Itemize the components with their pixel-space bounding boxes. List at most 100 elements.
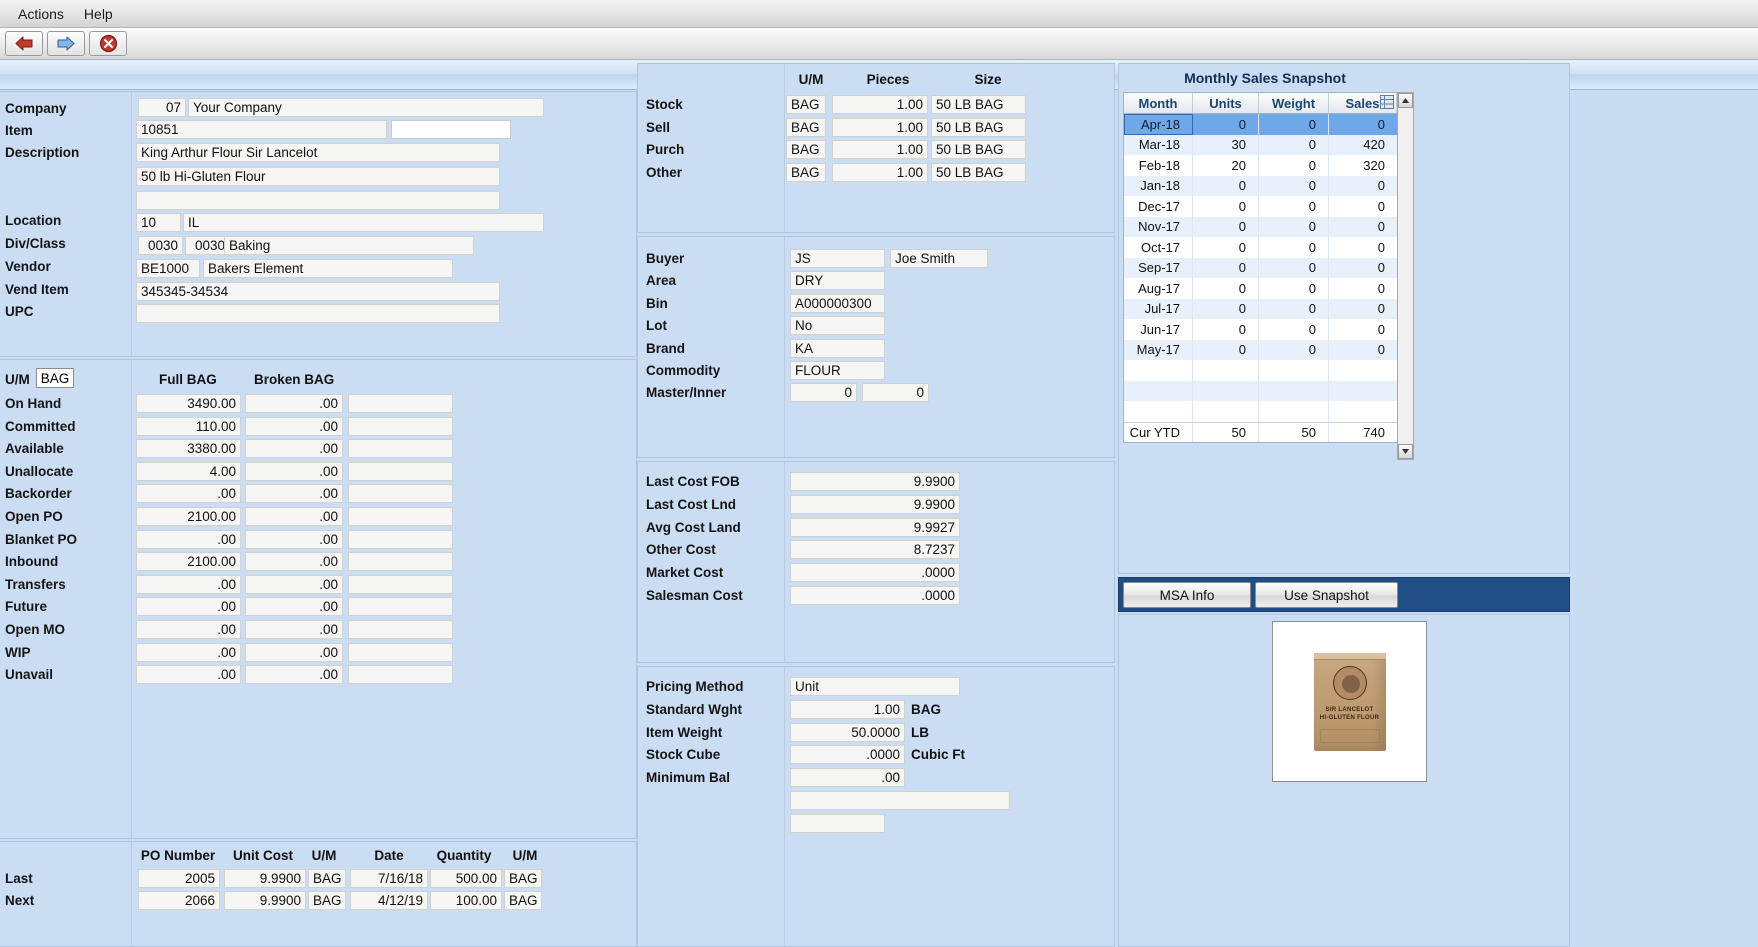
po-cell-1-4[interactable]: 100.00 [430,891,502,910]
um-value-0[interactable]: BAG [786,95,826,114]
qty-third-1[interactable] [348,416,453,436]
qty-full-7[interactable]: 2100.00 [136,552,241,572]
qty-full-8[interactable]: .00 [136,574,241,594]
um-value-3[interactable]: BAG [786,162,826,182]
snapshot-blank-row[interactable] [1124,360,1397,381]
field-item-number[interactable]: 10851 [136,120,387,139]
snapshot-row[interactable]: Feb-18 20 0 320 [1124,155,1397,176]
um-size-2[interactable]: 50 LB BAG [931,140,1026,159]
pricing-value-5[interactable] [790,791,1010,810]
qty-broken-12[interactable]: .00 [245,665,343,685]
close-button[interactable] [89,31,127,56]
po-cell-0-1[interactable]: 9.9900 [224,869,306,888]
pricing-value-2[interactable]: 50.0000 [790,722,905,742]
um-value-2[interactable]: BAG [786,140,826,159]
po-cell-0-5[interactable]: BAG [504,869,542,888]
po-cell-0-2[interactable]: BAG [308,869,346,888]
cost-value-2[interactable]: 9.9927 [790,517,960,537]
um-pieces-2[interactable]: 1.00 [832,140,928,159]
po-cell-0-0[interactable]: 2005 [138,869,220,888]
field-vendor-name[interactable]: Bakers Element [203,259,453,278]
qty-full-12[interactable]: .00 [136,665,241,685]
snapshot-row[interactable]: Mar-18 30 0 420 [1124,134,1397,155]
qty-broken-7[interactable]: .00 [245,552,343,572]
field-description-2[interactable]: 50 lb Hi-Gluten Flour [136,167,500,186]
po-cell-1-2[interactable]: BAG [308,891,346,910]
qty-third-8[interactable] [348,574,453,594]
qty-third-2[interactable] [348,439,453,459]
snapshot-row[interactable]: Jul-17 0 0 0 [1124,298,1397,319]
pricing-value-3[interactable]: .0000 [790,745,905,765]
qty-full-11[interactable]: .00 [136,642,241,662]
snapshot-row[interactable]: Apr-18 0 0 0 [1124,114,1397,135]
field-location-name[interactable]: IL [183,213,544,232]
field-vendor-code[interactable]: BE1000 [136,259,200,278]
snapshot-grid[interactable]: Month Units Weight Sales Apr-18 0 0 0 Mar-18 30 0 4… [1123,92,1398,443]
snapshot-row[interactable]: Aug-17 0 0 0 [1124,278,1397,299]
field-location-code[interactable]: 10 [136,213,181,232]
qty-full-2[interactable]: 3380.00 [136,439,241,459]
qty-broken-8[interactable]: .00 [245,574,343,594]
po-cell-0-3[interactable]: 7/16/18 [350,869,428,888]
qty-broken-6[interactable]: .00 [245,529,343,549]
cost-value-4[interactable]: .0000 [790,563,960,583]
snapshot-row[interactable]: May-17 0 0 0 [1124,339,1397,360]
qty-third-0[interactable] [348,394,453,413]
um-size-0[interactable]: 50 LB BAG [931,95,1026,114]
qty-full-1[interactable]: 110.00 [136,416,241,436]
field-class-name[interactable]: Baking [224,236,474,255]
qty-full-6[interactable]: .00 [136,529,241,549]
field-description-1[interactable]: King Arthur Flour Sir Lancelot [136,143,500,162]
qty-full-4[interactable]: .00 [136,484,241,504]
snapshot-row[interactable]: Jan-18 0 0 0 [1124,175,1397,196]
um-pieces-1[interactable]: 1.00 [832,117,928,137]
qty-broken-5[interactable]: .00 [245,507,343,526]
qty-full-5[interactable]: 2100.00 [136,507,241,526]
qty-broken-0[interactable]: .00 [245,394,343,413]
qty-broken-11[interactable]: .00 [245,642,343,662]
um-value-1[interactable]: BAG [786,117,826,137]
snapshot-row[interactable]: Oct-17 0 0 0 [1124,237,1397,258]
um-size-3[interactable]: 50 LB BAG [931,162,1026,182]
scroll-down-button[interactable] [1398,444,1413,459]
qty-broken-1[interactable]: .00 [245,416,343,436]
cost-value-3[interactable]: 8.7237 [790,540,960,560]
buyer-value-1[interactable]: DRY [790,271,885,291]
qty-full-9[interactable]: .00 [136,597,241,617]
cost-value-1[interactable]: 9.9900 [790,494,960,514]
pricing-value-0[interactable]: Unit [790,677,960,696]
po-cell-1-1[interactable]: 9.9900 [224,891,306,910]
qty-third-12[interactable] [348,665,453,685]
buyer-value-2[interactable]: A000000300 [790,293,885,313]
field-company-code[interactable]: 07 [138,98,186,117]
po-cell-0-4[interactable]: 500.00 [430,869,502,888]
qty-broken-4[interactable]: .00 [245,484,343,504]
buyer-value-6[interactable]: 0 [790,383,857,403]
qty-full-10[interactable]: .00 [136,620,241,639]
buyer-value-0[interactable]: JS [790,249,885,268]
field-item-suffix[interactable] [391,120,511,139]
snapshot-row[interactable]: Dec-17 0 0 0 [1124,196,1397,217]
field-company-name[interactable]: Your Company [188,98,544,117]
qty-broken-2[interactable]: .00 [245,439,343,459]
po-cell-1-3[interactable]: 4/12/19 [350,891,428,910]
qty-third-6[interactable] [348,529,453,549]
qty-broken-3[interactable]: .00 [245,461,343,481]
field-vend-item[interactable]: 345345-34534 [136,282,500,301]
field-upc[interactable] [136,304,500,323]
um-pieces-0[interactable]: 1.00 [832,95,928,114]
snapshot-row[interactable]: Sep-17 0 0 0 [1124,257,1397,278]
buyer-value-3[interactable]: No [790,316,885,336]
qty-broken-10[interactable]: .00 [245,620,343,639]
um-pieces-3[interactable]: 1.00 [832,162,928,182]
qty-third-7[interactable] [348,552,453,572]
back-button[interactable] [5,31,43,56]
snapshot-row[interactable]: Jun-17 0 0 0 [1124,319,1397,340]
snapshot-row[interactable]: Nov-17 0 0 0 [1124,216,1397,237]
use-snapshot-button[interactable]: Use Snapshot [1255,582,1398,608]
snapshot-blank-row[interactable] [1124,380,1397,401]
pricing-value-1[interactable]: 1.00 [790,699,905,719]
pricing-value-4[interactable]: .00 [790,768,905,788]
menu-item-actions[interactable]: Actions [8,4,74,24]
grid-settings-icon[interactable] [1380,95,1394,109]
